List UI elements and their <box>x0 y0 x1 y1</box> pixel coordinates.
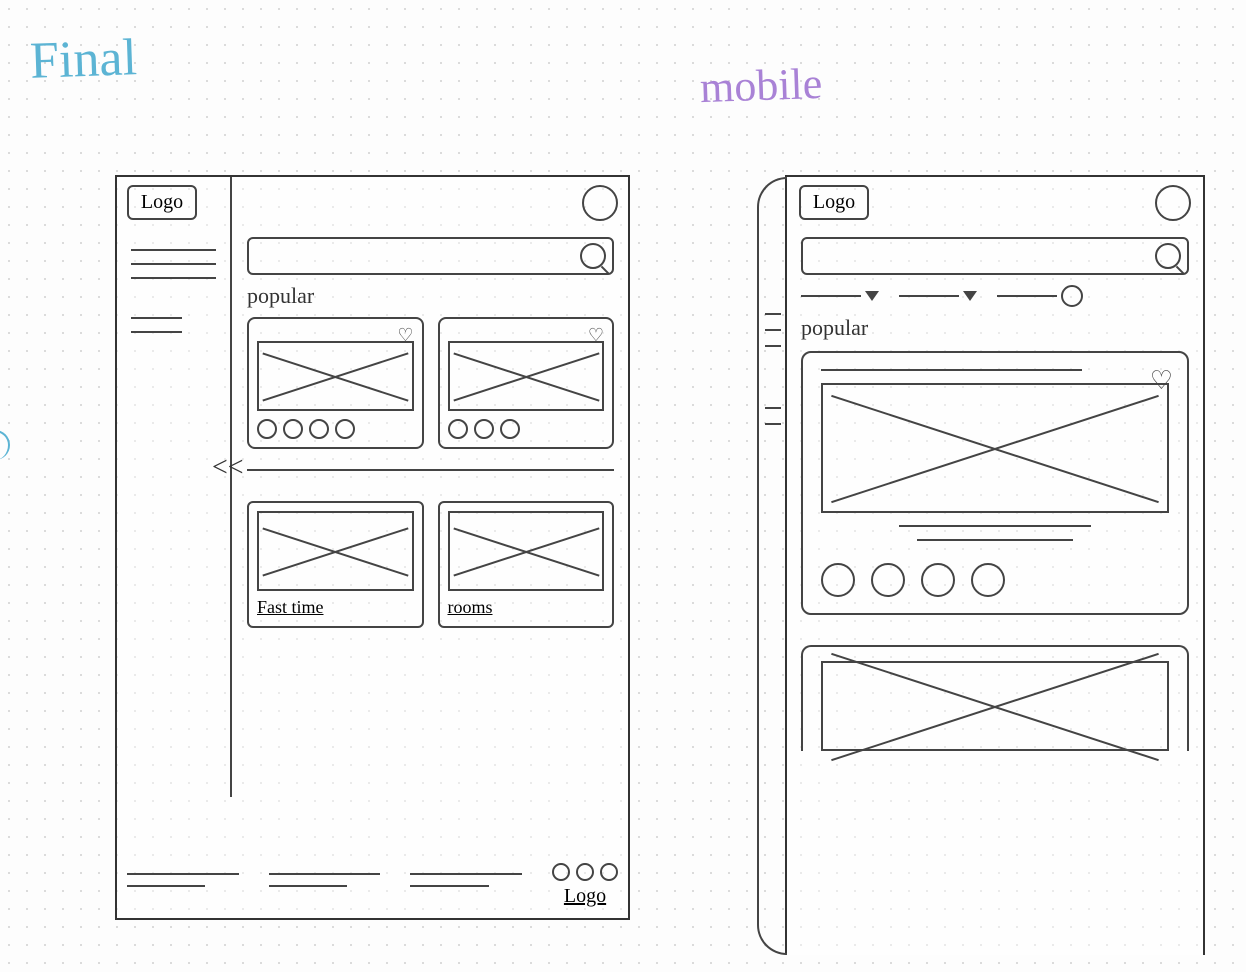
section-heading-popular: popular <box>801 315 1189 341</box>
social-icon[interactable] <box>552 863 570 881</box>
thumbnail-dot-icon[interactable] <box>500 419 520 439</box>
search-icon[interactable] <box>1155 243 1181 269</box>
card-title-placeholder <box>821 369 1082 371</box>
drawer-handle-icon <box>765 299 781 439</box>
sidebar-item[interactable] <box>131 331 182 333</box>
thumbnail-dot-icon[interactable] <box>448 419 468 439</box>
card-text-placeholder <box>917 539 1074 541</box>
footer-link-column <box>269 863 381 897</box>
social-icon[interactable] <box>600 863 618 881</box>
thumbnail-dot-icon[interactable] <box>474 419 494 439</box>
search-input[interactable] <box>247 237 614 275</box>
search-icon[interactable] <box>580 243 606 269</box>
filter-toggle-icon[interactable] <box>1061 285 1083 307</box>
section-heading-popular: popular <box>247 283 614 309</box>
social-icon[interactable] <box>576 863 594 881</box>
filter-dropdown[interactable] <box>899 291 977 301</box>
main-content: popular ♡ ♡ <box>247 237 614 628</box>
image-placeholder-icon <box>257 341 414 411</box>
footer: Logo <box>127 863 618 908</box>
wireframe-mobile-frame: Logo popular ♡ <box>785 175 1205 955</box>
card-thumbnails <box>821 563 1169 597</box>
sidebar-item[interactable] <box>131 277 216 279</box>
thumbnail-dot-icon[interactable] <box>283 419 303 439</box>
logo-box[interactable]: Logo <box>799 185 869 220</box>
category-label: rooms <box>448 597 605 618</box>
popular-card[interactable]: ♡ <box>438 317 615 449</box>
thumbnail-dot-icon[interactable] <box>871 563 905 597</box>
thumbnail-dot-icon[interactable] <box>335 419 355 439</box>
footer-link-column <box>127 863 239 897</box>
section-divider <box>247 469 614 471</box>
popular-card[interactable]: ♡ <box>247 317 424 449</box>
footer-link[interactable] <box>269 873 381 875</box>
wireframe-desktop-frame: Logo << popular ♡ <box>115 175 630 920</box>
sidebar-item[interactable] <box>131 317 182 319</box>
thumbnail-dot-icon[interactable] <box>921 563 955 597</box>
image-placeholder-icon <box>448 341 605 411</box>
footer-link[interactable] <box>269 885 347 887</box>
footer-link[interactable] <box>127 873 239 875</box>
canvas-title-mobile: mobile <box>699 58 823 113</box>
footer-logo-text[interactable]: Logo <box>564 885 606 908</box>
sidebar-nav <box>117 177 232 797</box>
edge-arc-decoration <box>0 430 10 460</box>
image-placeholder-icon <box>821 383 1169 513</box>
card-thumbnails <box>257 419 414 439</box>
canvas-title-final: Final <box>29 28 138 91</box>
avatar-icon[interactable] <box>1155 185 1191 221</box>
card-text-placeholder <box>899 525 1090 527</box>
filter-dropdown[interactable] <box>997 285 1083 307</box>
footer-link-column <box>410 863 522 897</box>
avatar-icon[interactable] <box>582 185 618 221</box>
card-thumbnails <box>448 419 605 439</box>
thumbnail-dot-icon[interactable] <box>257 419 277 439</box>
chevron-down-icon <box>963 291 977 301</box>
footer-link[interactable] <box>410 885 488 887</box>
popular-card[interactable]: ♡ <box>801 351 1189 615</box>
footer-logo-block: Logo <box>552 863 618 908</box>
sidebar-item[interactable] <box>131 263 216 265</box>
chevron-down-icon <box>865 291 879 301</box>
main-content: popular ♡ <box>801 237 1189 751</box>
filter-dropdown[interactable] <box>801 291 879 301</box>
category-card[interactable]: rooms <box>438 501 615 628</box>
popular-card[interactable] <box>801 645 1189 751</box>
category-card[interactable]: Fast time <box>247 501 424 628</box>
footer-link[interactable] <box>127 885 205 887</box>
swipe-drawer-indicator[interactable] <box>757 177 787 955</box>
image-placeholder-icon <box>257 511 414 591</box>
thumbnail-dot-icon[interactable] <box>821 563 855 597</box>
thumbnail-dot-icon[interactable] <box>971 563 1005 597</box>
thumbnail-dot-icon[interactable] <box>309 419 329 439</box>
search-input[interactable] <box>801 237 1189 275</box>
image-placeholder-icon <box>821 661 1169 751</box>
image-placeholder-icon <box>448 511 605 591</box>
sidebar-item[interactable] <box>131 249 216 251</box>
category-label: Fast time <box>257 597 414 618</box>
footer-link[interactable] <box>410 873 522 875</box>
carousel-prev-arrow-icon[interactable]: << <box>212 452 244 484</box>
filter-row <box>801 285 1189 307</box>
